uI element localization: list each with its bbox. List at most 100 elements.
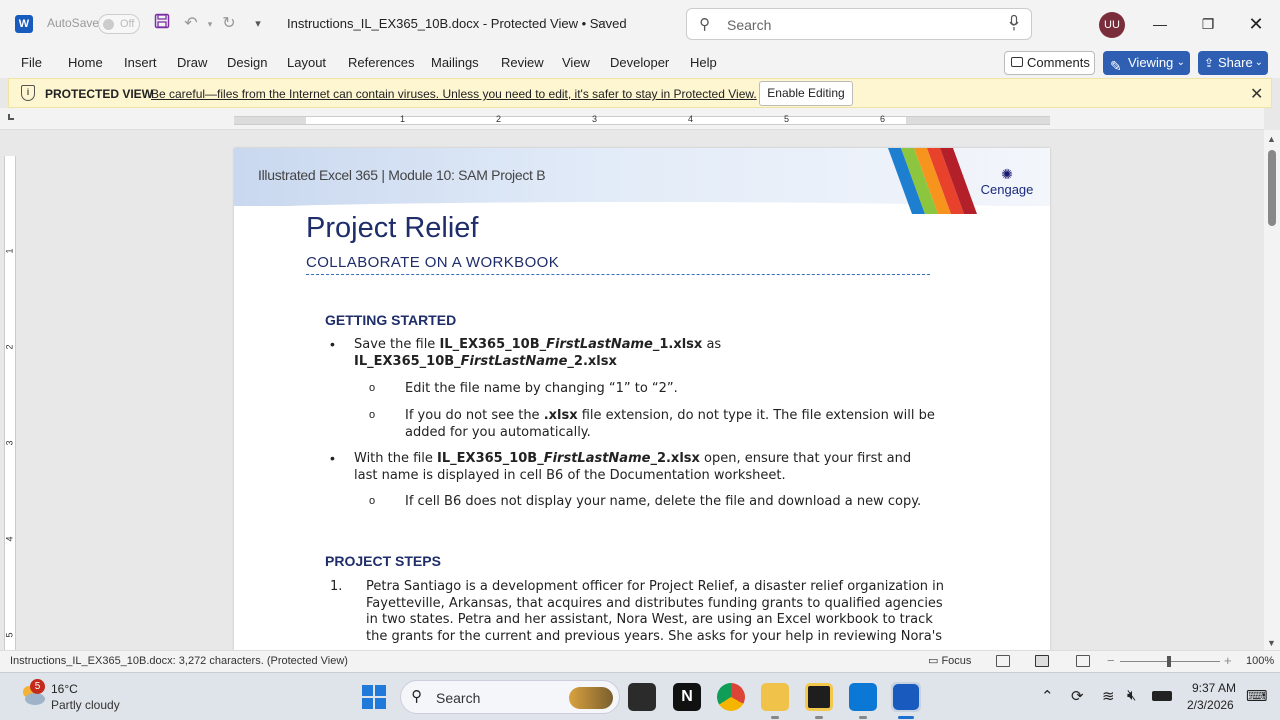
ruler-number: 3 <box>592 114 598 124</box>
tab-layout[interactable]: Layout <box>287 55 326 70</box>
notion-app-icon[interactable]: N <box>673 683 701 711</box>
protected-view-bar: i PROTECTED VIEW Be careful—files from t… <box>8 78 1272 108</box>
word-app-icon: W <box>15 15 33 33</box>
tab-draw[interactable]: Draw <box>177 55 207 70</box>
web-layout-icon[interactable] <box>1076 655 1090 667</box>
chevron-up-icon[interactable]: ⌃ <box>1041 687 1054 705</box>
cengage-logo: ✺ Cengage <box>974 166 1040 197</box>
sub-bullet-text: If you do not see the .xlsx file extensi… <box>405 408 935 440</box>
ruler-number: 1 <box>400 114 406 124</box>
windows-start-icon[interactable] <box>362 685 386 709</box>
tab-references[interactable]: References <box>348 55 414 70</box>
document-title[interactable]: Instructions_IL_EX365_10B.docx - Protect… <box>287 16 627 31</box>
vertical-scrollbar[interactable]: ▲ ▼ <box>1264 130 1280 650</box>
close-icon[interactable]: ✕ <box>1250 84 1263 104</box>
focus-button[interactable]: ▭ Focus <box>928 654 971 667</box>
save-icon[interactable] <box>151 13 173 35</box>
ruler-number: 4 <box>688 114 694 124</box>
bullet-icon: • <box>330 336 335 352</box>
tab-stop-selector[interactable] <box>8 114 14 120</box>
taskbar-search[interactable]: ⚲ Search <box>400 680 620 714</box>
shield-icon: i <box>21 85 35 101</box>
share-button[interactable]: ⇪ Share ⌄ <box>1198 51 1268 75</box>
weather-description[interactable]: Partly cloudy <box>51 698 120 712</box>
comments-button[interactable]: Comments <box>1004 51 1095 75</box>
print-layout-icon[interactable] <box>1035 655 1049 667</box>
active-indicator <box>898 716 914 719</box>
sync-icon[interactable]: ⟳ <box>1071 687 1084 705</box>
viewing-mode-button[interactable]: ✎ Viewing ⌄ <box>1103 51 1190 75</box>
customize-toolbar-icon[interactable]: ▾ <box>247 13 269 35</box>
comments-label: Comments <box>1027 55 1090 70</box>
zoom-level[interactable]: 100% <box>1246 655 1274 667</box>
read-mode-icon[interactable] <box>996 655 1010 667</box>
maximize-button[interactable]: ❐ <box>1196 12 1220 36</box>
tab-help[interactable]: Help <box>690 55 717 70</box>
status-text: Instructions_IL_EX365_10B.docx: 3,272 ch… <box>10 655 348 667</box>
right-margin <box>906 117 1050 124</box>
avatar[interactable]: UU <box>1099 12 1125 38</box>
chevron-down-icon[interactable]: ⌵ <box>597 14 606 29</box>
tab-insert[interactable]: Insert <box>124 55 157 70</box>
notification-center-icon[interactable]: ⌨︎ <box>1246 687 1268 705</box>
ribbon-tabs: File Home Insert Draw Design Layout Refe… <box>0 48 1280 78</box>
document-header: Illustrated Excel 365 | Module 10: SAM P… <box>258 167 546 183</box>
vscode-app-icon[interactable] <box>849 683 877 711</box>
search-input[interactable]: ⚲ Search <box>686 8 1032 40</box>
redo-icon[interactable]: ↻ <box>218 13 240 35</box>
tab-review[interactable]: Review <box>501 55 544 70</box>
chrome-app-icon[interactable] <box>717 683 745 711</box>
section-heading: GETTING STARTED <box>325 312 457 328</box>
scroll-down-icon[interactable]: ▼ <box>1267 638 1276 648</box>
sub-bullet-icon: o <box>369 495 376 507</box>
left-margin <box>234 117 306 124</box>
page-title: Project Relief <box>306 212 479 244</box>
document-page[interactable]: Illustrated Excel 365 | Module 10: SAM P… <box>234 148 1050 650</box>
wifi-icon[interactable]: ≋ <box>1102 687 1115 705</box>
sub-bullet-text: If cell B6 does not display your name, d… <box>405 494 922 509</box>
notification-badge: 5 <box>30 679 45 694</box>
volume-muted-icon[interactable]: 🔇︎ <box>1127 687 1136 704</box>
zoom-in-icon[interactable]: + <box>1224 653 1232 668</box>
tab-home[interactable]: Home <box>68 55 103 70</box>
tab-file[interactable]: File <box>21 55 42 70</box>
autosave-toggle[interactable]: Off <box>98 14 140 34</box>
zoom-slider-knob[interactable] <box>1167 656 1171 667</box>
document-canvas: Illustrated Excel 365 | Module 10: SAM P… <box>0 130 1264 650</box>
comment-icon <box>1011 57 1023 67</box>
tab-mailings[interactable]: Mailings <box>431 55 479 70</box>
clock-time[interactable]: 9:37 AM <box>1192 681 1236 695</box>
file-explorer-icon[interactable] <box>761 683 789 711</box>
bullet-text: Save the file IL_EX365_10B_FirstLastName… <box>354 337 722 369</box>
search-icon: ⚲ <box>411 688 422 705</box>
microphone-icon[interactable] <box>1009 15 1019 31</box>
clock-date[interactable]: 2/3/2026 <box>1187 698 1234 712</box>
sticky-app-icon[interactable] <box>805 683 833 711</box>
chevron-down-icon: ⌄ <box>1176 57 1185 68</box>
word-app-icon[interactable] <box>893 684 919 710</box>
enable-editing-button[interactable]: Enable Editing <box>759 81 853 106</box>
task-view-icon[interactable] <box>628 683 656 711</box>
running-indicator <box>815 716 823 719</box>
tab-design[interactable]: Design <box>227 55 267 70</box>
close-button[interactable]: ✕ <box>1244 12 1268 36</box>
scrollbar-thumb[interactable] <box>1268 150 1276 226</box>
minimize-button[interactable]: — <box>1148 12 1172 36</box>
taskbar-search-label: Search <box>436 690 481 706</box>
zoom-out-icon[interactable]: − <box>1107 653 1115 668</box>
paint-palette-icon <box>569 687 613 709</box>
battery-icon[interactable] <box>1152 691 1172 701</box>
sub-bullet-text: Edit the file name by changing “1” to “2… <box>405 381 678 396</box>
tab-developer[interactable]: Developer <box>610 55 669 70</box>
bullet-icon: • <box>330 450 335 466</box>
share-icon: ⇪ <box>1204 56 1215 70</box>
sub-bullet-icon: o <box>369 409 376 421</box>
tab-view[interactable]: View <box>562 55 590 70</box>
color-stripes-graphic <box>887 148 978 214</box>
scroll-up-icon[interactable]: ▲ <box>1267 134 1276 144</box>
protected-view-message[interactable]: Be careful—files from the Internet can c… <box>151 87 757 101</box>
weather-temperature[interactable]: 16°C <box>51 682 78 696</box>
ruler-number: 6 <box>880 114 886 124</box>
page-subtitle: COLLABORATE ON A WORKBOOK <box>306 254 560 271</box>
horizontal-ruler[interactable]: 1 2 3 4 5 6 <box>234 114 1050 125</box>
